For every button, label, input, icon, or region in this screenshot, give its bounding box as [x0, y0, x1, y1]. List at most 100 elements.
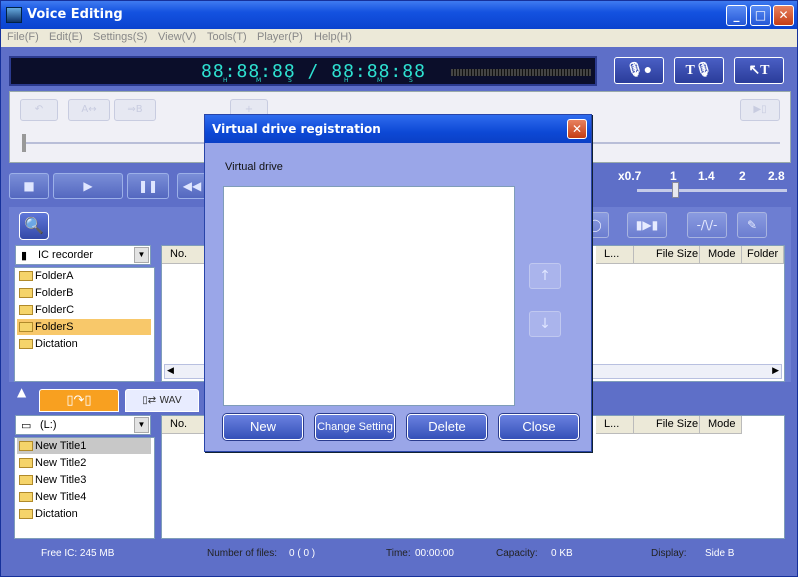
dialog-title-bar: Virtual drive registration ✕ [205, 115, 591, 143]
undo-button[interactable]: ↶ [20, 99, 58, 121]
folder-item[interactable]: New Title4 [17, 489, 151, 505]
time-separator: / [307, 61, 320, 82]
arrow-up-icon: ↑ [539, 268, 551, 284]
speed-label-1: 1 [670, 169, 677, 183]
position-thumb[interactable] [22, 134, 26, 152]
export-icon: ▶▯ [753, 104, 767, 115]
window-title: Voice Editing [27, 7, 123, 22]
stop-icon: ■ [23, 179, 35, 193]
scroll-right-icon[interactable]: ▶ [772, 365, 779, 376]
speed-slider-thumb[interactable] [672, 182, 679, 198]
record-button[interactable]: 🎙● [614, 57, 664, 84]
status-files-value: 0 ( 0 ) [289, 548, 316, 559]
unit-h: H [223, 77, 228, 84]
speech-button[interactable]: ✎ [737, 212, 767, 238]
column-mode[interactable]: Mode [700, 246, 742, 264]
menu-settings[interactable]: Settings(S) [93, 31, 147, 43]
folder-item-selected[interactable]: New Title1 [17, 438, 151, 454]
maximize-button[interactable]: □ [750, 5, 771, 26]
stop-button[interactable]: ■ [9, 173, 49, 199]
status-display-value: Side B [705, 548, 735, 559]
pause-button[interactable]: ❚❚ [127, 173, 169, 199]
play-button[interactable]: ▶ [53, 173, 123, 199]
text-voice-button[interactable]: T🎙 [674, 57, 724, 84]
folder-item[interactable]: FolderB [17, 285, 151, 301]
undo-icon: ↶ [34, 104, 44, 115]
source-select[interactable]: ▮ IC recorder ▼ [15, 245, 151, 265]
status-bar: Free IC: 245 MB Number of files: 0 ( 0 )… [1, 544, 797, 562]
unit-m: M [256, 77, 262, 84]
menu-tools[interactable]: Tools(T) [207, 31, 247, 43]
dialog-title: Virtual drive registration [212, 122, 381, 136]
folder-item[interactable]: New Title3 [17, 472, 151, 488]
recorder-icon: ▮ [21, 250, 28, 262]
column-mode[interactable]: Mode [700, 416, 742, 434]
folder-item[interactable]: New Title2 [17, 455, 151, 471]
move-down-button[interactable]: ↓ [529, 311, 561, 337]
unit-m-2: M [377, 77, 383, 84]
menu-view[interactable]: View(V) [158, 31, 196, 43]
time-display: 88:88:88 / 88:88:88 H M S H M S [9, 56, 597, 86]
menu-player[interactable]: Player(P) [257, 31, 303, 43]
search-button[interactable]: 🔍 [19, 212, 49, 240]
virtual-drive-list[interactable] [223, 186, 515, 406]
folder-icon [19, 288, 33, 298]
folder-item[interactable]: Dictation [17, 506, 151, 522]
speed-label-3: 2 [739, 169, 746, 183]
waveform-button[interactable]: -/\/- [687, 212, 727, 238]
source-select-value: IC recorder [38, 249, 94, 261]
new-button[interactable]: New [223, 414, 303, 440]
folder-item-selected[interactable]: FolderS [17, 319, 151, 335]
column-length[interactable]: L... [596, 246, 634, 264]
change-setting-button[interactable]: Change Setting [315, 414, 395, 440]
cursor-text-icon: ↖T [748, 63, 770, 78]
column-length[interactable]: L... [596, 416, 634, 434]
dictation-button[interactable]: ↖T [734, 57, 784, 84]
tab-folder-transfer[interactable]: ▯↷▯ [39, 389, 119, 412]
app-icon [6, 7, 22, 23]
chevron-down-icon[interactable]: ▼ [134, 247, 149, 263]
folder-item[interactable]: FolderC [17, 302, 151, 318]
close-button[interactable]: ✕ [773, 5, 794, 26]
status-files-label: Number of files: [207, 548, 278, 559]
rewind-icon: ◀◀ [182, 179, 202, 193]
dialog-close-button[interactable]: Close [499, 414, 579, 440]
chevron-down-icon[interactable]: ▼ [134, 417, 149, 433]
menu-help[interactable]: Help(H) [314, 31, 352, 43]
title-bar: Voice Editing _ □ ✕ [1, 1, 797, 29]
column-no[interactable]: No. [162, 246, 206, 264]
move-up-button[interactable]: ↑ [529, 263, 561, 289]
unit-h-2: H [344, 77, 349, 84]
wav-label: WAV [159, 395, 182, 406]
status-capacity-value: 0 KB [551, 548, 573, 559]
split-b-button[interactable]: ⇒B [114, 99, 156, 121]
folder-transfer-icon: ▯↷▯ [66, 393, 92, 408]
delete-button[interactable]: Delete [407, 414, 487, 440]
minimize-button[interactable]: _ [726, 5, 747, 26]
speed-slider-track[interactable] [637, 189, 787, 192]
folder-icon [19, 441, 33, 451]
column-file-size[interactable]: File Size [634, 246, 700, 264]
menu-file[interactable]: File(F) [7, 31, 39, 43]
menu-edit[interactable]: Edit(E) [49, 31, 83, 43]
collapse-icon[interactable]: ▲ [17, 385, 26, 399]
folder-item[interactable]: Dictation [17, 336, 151, 352]
speech-icon: ✎ [746, 218, 758, 232]
dialog-close-icon[interactable]: ✕ [567, 119, 587, 139]
rewind-button[interactable]: ◀◀ [177, 173, 207, 199]
search-icon: 🔍 [24, 216, 44, 235]
speed-label-0: x0.7 [618, 169, 642, 183]
column-no[interactable]: No. [162, 416, 206, 434]
scroll-left-icon[interactable]: ◀ [167, 365, 174, 376]
column-folder[interactable]: Folder [742, 246, 784, 264]
column-file-size[interactable]: File Size [634, 416, 700, 434]
tool-button-2[interactable]: ▮▶▮ [627, 212, 667, 238]
destination-select[interactable]: ▭ (L:) ▼ [15, 415, 151, 435]
split-a-button[interactable]: A↔ [68, 99, 110, 121]
destination-select-value: (L:) [40, 419, 57, 431]
merge-icon: ⇒B [127, 104, 143, 115]
export-button[interactable]: ▶▯ [740, 99, 780, 121]
tab-wav-convert[interactable]: ▯⇄ WAV [125, 389, 199, 412]
status-capacity-label: Capacity: [496, 548, 538, 559]
folder-item[interactable]: FolderA [17, 268, 151, 284]
